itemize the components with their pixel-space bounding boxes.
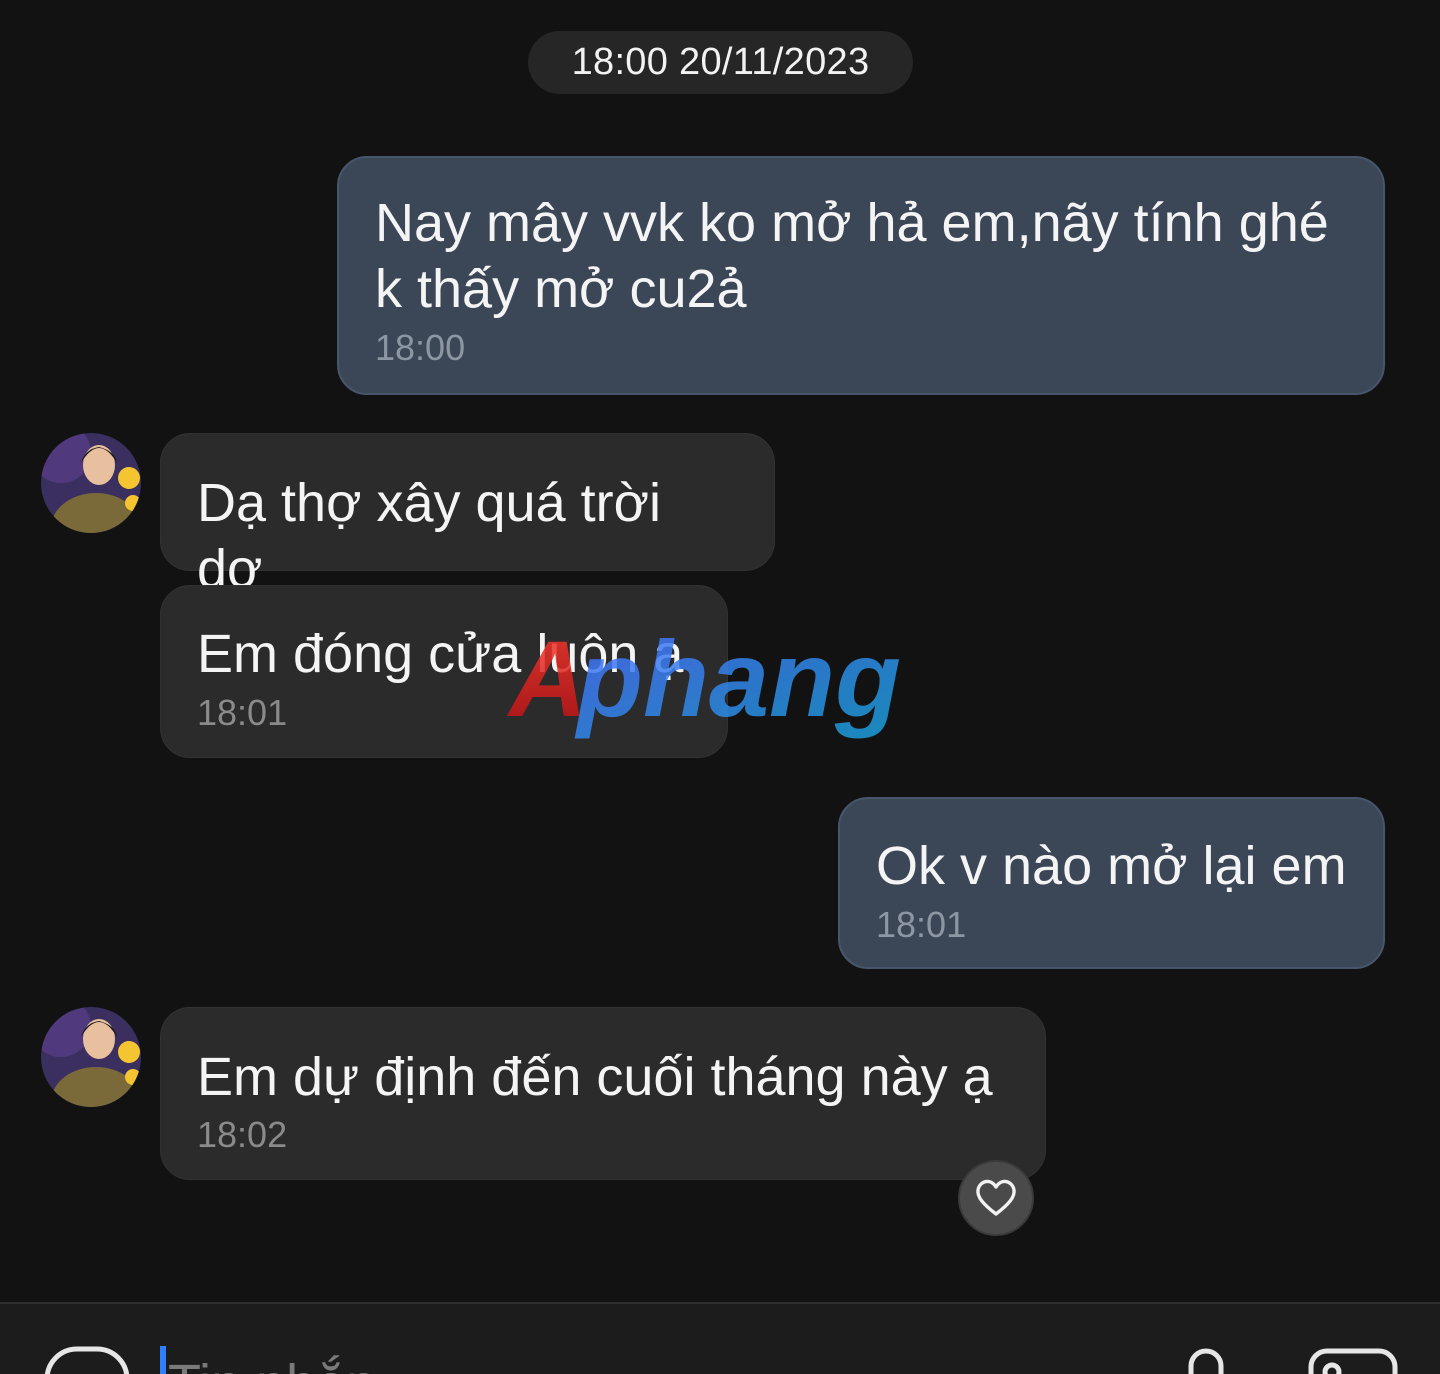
message-text: Em dự định đến cuối tháng này ạ xyxy=(197,1047,993,1107)
date-divider: 18:00 20/11/2023 xyxy=(528,31,913,94)
message-bubble-outgoing[interactable]: Ok v nào mở lại em 18:01 xyxy=(838,797,1385,969)
contact-avatar[interactable] xyxy=(41,1007,141,1107)
heart-icon xyxy=(976,1179,1016,1216)
message-text: Dạ thợ xây quá trời dơ xyxy=(197,473,662,599)
message-time: 18:01 xyxy=(876,904,967,945)
message-time: 18:00 xyxy=(375,327,466,368)
message-text: Nay mây vvk ko mở hả em,nãy tính ghé k t… xyxy=(375,193,1329,319)
chat-screen: 18:00 20/11/2023 Nay mây vvk ko mở hả em… xyxy=(0,0,1440,1374)
message-text: Ok v nào mở lại em xyxy=(876,836,1347,896)
message-bubble-incoming[interactable]: Dạ thợ xây quá trời dơ xyxy=(160,433,775,599)
image-icon[interactable] xyxy=(1308,1348,1398,1374)
message-time: 18:01 xyxy=(197,692,288,733)
microphone-icon[interactable] xyxy=(1182,1348,1232,1374)
contact-avatar[interactable] xyxy=(41,433,141,533)
message-input[interactable] xyxy=(160,1344,1068,1374)
message-text: Em đóng cửa luôn ạ xyxy=(197,624,684,684)
message-time: 18:02 xyxy=(197,1114,288,1155)
message-bubble-incoming[interactable]: Em dự định đến cuối tháng này ạ 18:02 xyxy=(160,1007,1046,1180)
message-bubble-outgoing[interactable]: Nay mây vvk ko mở hả em,nãy tính ghé k t… xyxy=(337,156,1385,395)
sticker-icon[interactable] xyxy=(44,1346,130,1374)
message-bubble-incoming[interactable]: Em đóng cửa luôn ạ 18:01 xyxy=(160,585,728,758)
react-heart-button[interactable] xyxy=(958,1160,1034,1236)
message-composer xyxy=(0,1302,1440,1374)
